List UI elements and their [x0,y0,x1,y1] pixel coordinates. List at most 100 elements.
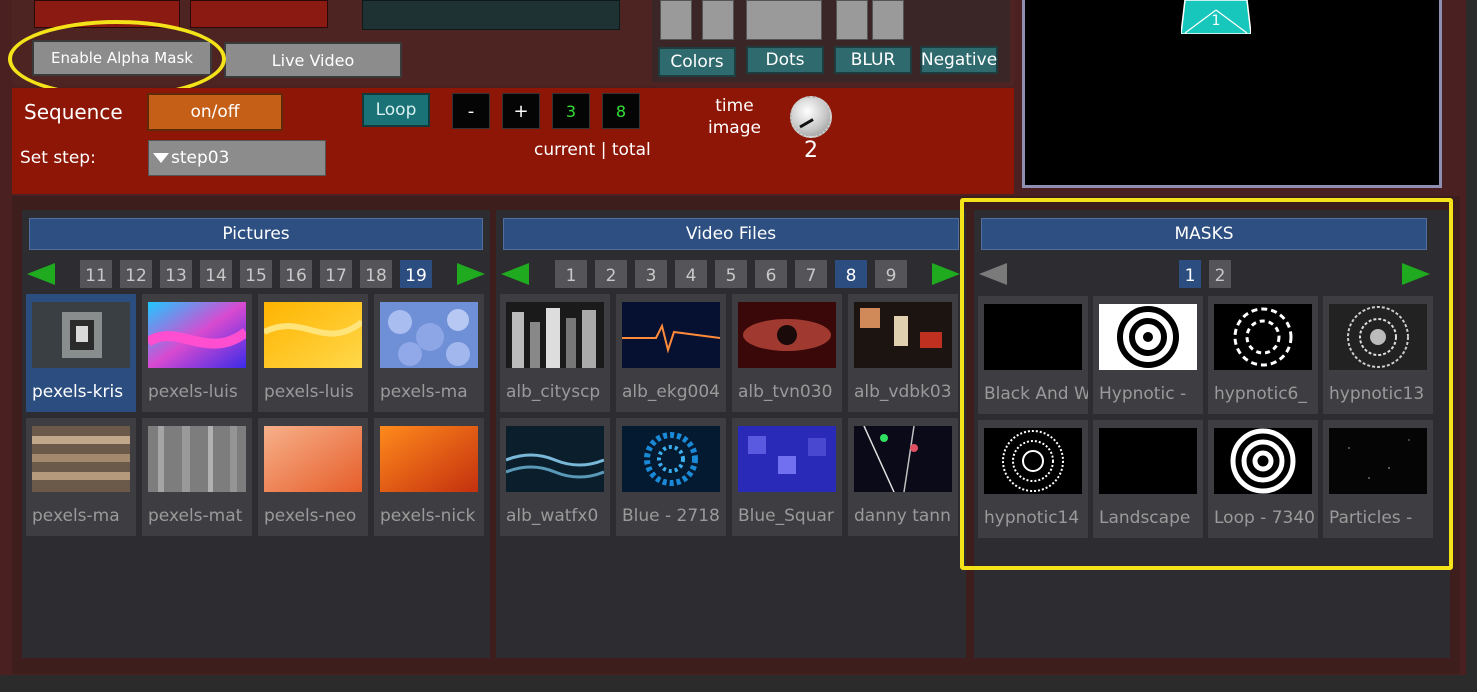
page-number-13[interactable]: 13 [160,260,192,288]
page-number-15[interactable]: 15 [240,260,272,288]
time-label: time [715,96,754,116]
masks-highlight [960,198,1453,570]
time-knob[interactable] [790,96,832,138]
pictures-next-arrow-icon[interactable] [457,263,485,285]
media-tile[interactable]: pexels-mat [142,418,252,536]
blur-button[interactable]: BLUR [834,46,912,74]
live-video-button[interactable]: Live Video [224,42,402,78]
total-steps-display: 8 [602,93,640,129]
time-knob-value: 2 [804,138,818,163]
pictures-prev-arrow-icon[interactable] [27,263,55,285]
tile-label: Blue - 2718 [622,506,720,526]
thumbnail-image [738,426,836,492]
colors-button[interactable]: Colors [658,47,736,77]
tile-label: pexels-luis [264,382,354,402]
tile-label: alb_cityscp [506,382,601,402]
media-tile[interactable]: alb_cityscp [500,294,610,412]
media-tile[interactable]: alb_tvn030 [732,294,842,412]
page-number-8[interactable]: 8 [835,260,867,288]
page-number-6[interactable]: 6 [755,260,787,288]
step-value: step03 [171,148,230,168]
slider-5[interactable] [872,0,904,40]
tile-label: pexels-ma [380,382,468,402]
negative-button[interactable]: Negative [920,46,998,74]
step-minus-button[interactable]: - [452,93,490,129]
page-number-19[interactable]: 19 [400,260,432,288]
thumbnail-image [32,302,130,368]
dropdown-arrow-icon [153,153,169,163]
page-number-9[interactable]: 9 [875,260,907,288]
dots-button[interactable]: Dots [746,46,824,74]
thumbnail-image [380,426,478,492]
page-number-2[interactable]: 2 [595,260,627,288]
current-total-label: current | total [534,140,651,160]
image-label: image [708,118,761,138]
media-tile[interactable]: alb_ekg004 [616,294,726,412]
preview-window: 1 [1022,0,1442,188]
media-tile[interactable]: pexels-luis [258,294,368,412]
media-tile[interactable]: Blue_Squar [732,418,842,536]
time-image-label: time image [708,95,761,139]
media-tile[interactable]: pexels-nick [374,418,484,536]
tile-label: pexels-kris [32,382,124,402]
page-number-5[interactable]: 5 [715,260,747,288]
preview-triangle-icon: 1 [1181,0,1251,34]
slider-1[interactable] [660,0,692,40]
media-tile[interactable]: danny tann [848,418,958,536]
media-tile[interactable]: pexels-luis [142,294,252,412]
page-number-3[interactable]: 3 [635,260,667,288]
loop-button[interactable]: Loop [362,93,430,127]
page-number-11[interactable]: 11 [80,260,112,288]
tile-label: alb_watfx0 [506,506,599,526]
videos-prev-arrow-icon[interactable] [501,263,529,285]
sequence-onoff-button[interactable]: on/off [147,93,283,131]
thumbnail-image [264,426,362,492]
tile-label: alb_tvn030 [738,382,833,402]
page-number-17[interactable]: 17 [320,260,352,288]
media-tile[interactable]: pexels-neo [258,418,368,536]
tile-label: alb_vdbk03 [854,382,952,402]
media-tile[interactable]: Blue - 2718 [616,418,726,536]
media-tile[interactable]: alb_watfx0 [500,418,610,536]
tile-label: pexels-nick [380,506,476,526]
page-number-7[interactable]: 7 [795,260,827,288]
top-red-button-2[interactable] [190,0,328,28]
current-step-display: 3 [552,93,590,129]
thumbnail-image [854,302,952,368]
knob-indicator [799,118,814,129]
thumbnail-image [738,302,836,368]
slider-3[interactable] [746,0,822,40]
thumbnail-image [148,302,246,368]
thumbnail-image [264,302,362,368]
top-dark-field [362,0,620,30]
page-number-4[interactable]: 4 [675,260,707,288]
tile-label: alb_ekg004 [622,382,720,402]
page-number-16[interactable]: 16 [280,260,312,288]
tile-label: pexels-neo [264,506,357,526]
slider-4[interactable] [836,0,868,40]
thumbnail-image [148,426,246,492]
tile-label: Blue_Squar [738,506,834,526]
alpha-mask-highlight [8,20,226,98]
videos-next-arrow-icon[interactable] [932,263,960,285]
thumbnail-image [506,302,604,368]
page-number-12[interactable]: 12 [120,260,152,288]
set-step-label: Set step: [20,148,96,168]
page-number-1[interactable]: 1 [555,260,587,288]
tile-label: pexels-ma [32,506,120,526]
thumbnail-image [380,302,478,368]
media-tile[interactable]: pexels-ma [374,294,484,412]
video-files-header: Video Files [503,218,959,250]
media-tile[interactable]: pexels-kris [26,294,136,412]
preview-shape-label: 1 [1212,13,1221,29]
tile-label: danny tann [854,506,951,526]
thumbnail-image [622,426,720,492]
slider-2[interactable] [702,0,734,40]
media-tile[interactable]: pexels-ma [26,418,136,536]
set-step-dropdown[interactable]: step03 [148,140,326,176]
step-plus-button[interactable]: + [502,93,540,129]
media-tile[interactable]: alb_vdbk03 [848,294,958,412]
page-number-18[interactable]: 18 [360,260,392,288]
thumbnail-image [506,426,604,492]
page-number-14[interactable]: 14 [200,260,232,288]
